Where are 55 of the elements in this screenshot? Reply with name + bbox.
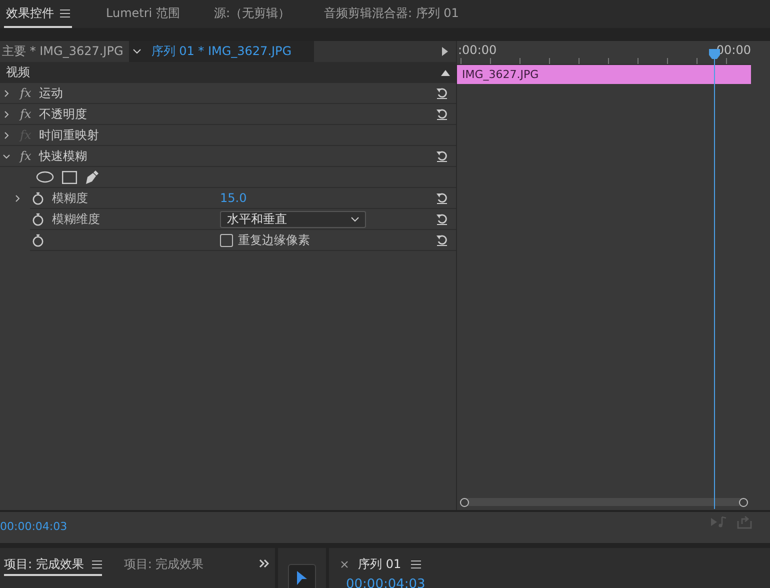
reset-icon[interactable] <box>436 108 448 120</box>
menu-icon[interactable] <box>411 560 422 569</box>
rectangle-mask-icon[interactable] <box>62 170 77 184</box>
menu-icon[interactable] <box>92 560 102 568</box>
chevron-right-icon[interactable] <box>3 110 10 118</box>
chevron-down-icon[interactable] <box>3 152 10 160</box>
fx-badge[interactable]: fx <box>20 149 32 163</box>
panel-tab[interactable]: Lumetri 范围 <box>104 0 182 28</box>
panel-tab[interactable]: 音频剪辑混合器: 序列 01 <box>322 0 461 28</box>
menu-icon[interactable] <box>60 8 70 18</box>
stopwatch-icon[interactable] <box>32 192 44 204</box>
checkbox[interactable] <box>220 234 233 246</box>
parameter-label: 模糊维度 <box>52 210 101 228</box>
master-clip-label: 主要 * IMG_3627.JPG <box>1 43 124 60</box>
scroll-bar[interactable] <box>460 498 748 506</box>
sequence-timecode[interactable]: 00:00:04:03 <box>346 577 760 588</box>
play-triangle-icon[interactable] <box>442 47 448 56</box>
selection-tool-button[interactable] <box>288 564 316 588</box>
section-label: 视频 <box>6 64 30 81</box>
effect-name: 运动 <box>39 84 64 102</box>
ellipse-mask-icon[interactable] <box>36 171 54 183</box>
chevron-right-icon[interactable] <box>3 90 10 96</box>
project-tab[interactable]: 项目: 完成效果 <box>124 554 204 576</box>
chevron-right-icon[interactable] <box>14 194 21 202</box>
current-timecode[interactable]: 00:00:04:03 <box>0 516 68 533</box>
pen-icon[interactable] <box>85 170 99 184</box>
chevron-icon[interactable] <box>133 49 142 54</box>
dropdown[interactable]: 水平和垂直 <box>220 210 366 228</box>
reset-icon[interactable] <box>436 87 448 99</box>
parameter-value[interactable]: 15.0 <box>220 191 247 205</box>
reset-icon[interactable] <box>436 192 448 204</box>
project-tab[interactable]: 项目: 完成效果 <box>4 554 102 576</box>
double-chevron-icon[interactable] <box>259 559 269 568</box>
stopwatch-icon[interactable] <box>32 234 44 246</box>
effect-name: 时间重映射 <box>39 126 100 144</box>
effect-name: 不透明度 <box>39 106 88 122</box>
stopwatch-icon[interactable] <box>32 212 44 226</box>
sequence-tab[interactable]: 序列 01 <box>358 556 402 573</box>
panel-tab[interactable]: 源:（无剪辑） <box>212 0 292 28</box>
checkbox-label: 重复边缘像素 <box>238 232 310 248</box>
ruler-time-label: :00:00 <box>458 43 497 57</box>
panel-tab[interactable]: 效果控件 <box>4 0 72 28</box>
close-icon[interactable] <box>341 561 348 568</box>
sequence-clip-tab[interactable]: 序列 01 * IMG_3627.JPG <box>129 41 314 62</box>
parameter-label: 模糊度 <box>52 190 89 206</box>
reset-icon[interactable] <box>436 213 448 225</box>
fx-badge[interactable]: fx <box>20 86 32 100</box>
arrow-cursor-icon <box>296 570 308 586</box>
chevron-icon[interactable] <box>351 216 359 222</box>
collapse-triangle-icon[interactable] <box>441 70 450 76</box>
clip-bar[interactable]: IMG_3627.JPG <box>457 65 751 84</box>
reset-icon[interactable] <box>436 234 448 246</box>
effect-name: 快速模糊 <box>39 148 88 164</box>
reset-icon[interactable] <box>436 150 448 162</box>
fx-badge[interactable]: fx <box>20 107 32 121</box>
